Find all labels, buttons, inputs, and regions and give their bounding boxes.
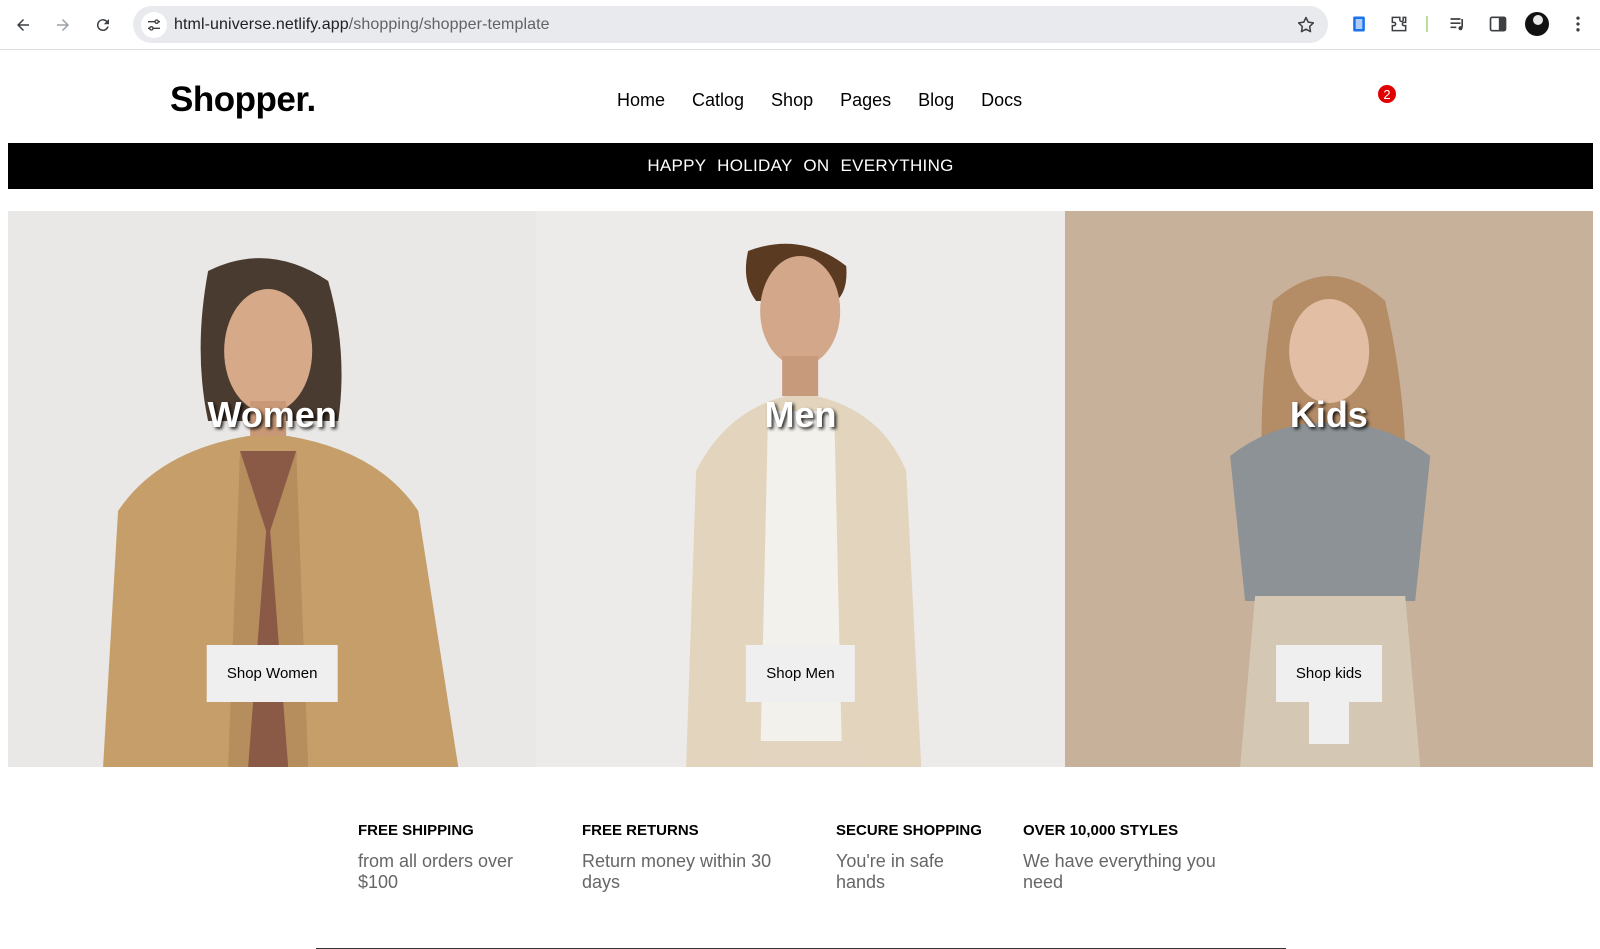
feature-secure-shopping: SECURE SHOPPING You're in safe hands: [836, 822, 982, 893]
feature-title: FREE RETURNS: [582, 822, 699, 839]
kids-heading: Kids: [1289, 394, 1368, 435]
hero-panel-women[interactable]: Women Shop Women: [8, 211, 537, 767]
promo-banner: HAPPY HOLIDAY ON EVERYTHING: [8, 143, 1593, 189]
profile-avatar[interactable]: [1525, 12, 1549, 36]
shop-women-button[interactable]: Shop Women: [206, 645, 338, 702]
feature-title: FREE SHIPPING: [358, 822, 474, 839]
puzzle-icon[interactable]: [1387, 12, 1411, 36]
url-text: html-universe.netlify.app/shopping/shopp…: [174, 16, 550, 34]
shop-kids-button-tab: [1308, 702, 1349, 744]
nav-blog[interactable]: Blog: [918, 90, 954, 111]
feature-text: You're in safe hands: [836, 851, 944, 892]
media-control-icon[interactable]: [1446, 12, 1470, 36]
feature-title: SECURE SHOPPING: [836, 822, 982, 839]
nav-docs[interactable]: Docs: [981, 90, 1022, 111]
hero-panel-men[interactable]: Men Shop Men: [536, 211, 1065, 767]
back-icon[interactable]: [10, 12, 36, 38]
extension-icon[interactable]: [1347, 12, 1371, 36]
feature-free-returns: FREE RETURNS Return money within 30 days: [582, 822, 782, 893]
toolbar-divider: [1426, 16, 1428, 32]
nav-pages[interactable]: Pages: [840, 90, 891, 111]
men-heading: Men: [764, 394, 837, 435]
url-host: html-universe.netlify.app: [174, 16, 349, 33]
nav-home[interactable]: Home: [617, 90, 665, 111]
shop-kids-button[interactable]: Shop kids: [1275, 645, 1382, 702]
shop-men-button[interactable]: Shop Men: [746, 645, 855, 702]
nav-shop[interactable]: Shop: [771, 90, 813, 111]
browser-toolbar: html-universe.netlify.app/shopping/shopp…: [0, 0, 1600, 50]
feature-over-10000-styles: OVER 10,000 STYLES We have everything yo…: [1023, 822, 1233, 893]
feature-free-shipping: FREE SHIPPING from all orders over $100: [358, 822, 538, 893]
menu-dots-icon[interactable]: [1566, 12, 1590, 36]
reload-icon[interactable]: [90, 12, 116, 38]
forward-icon[interactable]: [50, 12, 76, 38]
hero-panel-kids[interactable]: Kids Shop kids: [1064, 211, 1593, 767]
category-hero: Women Shop Women Men Shop Men Kids Shop …: [8, 211, 1593, 767]
url-path: /shopping/shopper-template: [348, 16, 550, 33]
address-bar[interactable]: html-universe.netlify.app/shopping/shopp…: [133, 6, 1328, 43]
promo-text: HAPPY HOLIDAY ON EVERYTHING: [647, 156, 954, 175]
feature-text: Return money within 30 days: [582, 851, 772, 892]
main-nav: Home Catlog Shop Pages Blog Docs: [617, 90, 1049, 111]
nav-catlog[interactable]: Catlog: [692, 90, 744, 111]
bookmark-star-icon[interactable]: [1296, 15, 1316, 35]
feature-title: OVER 10,000 STYLES: [1023, 822, 1179, 839]
women-heading: Women: [207, 394, 337, 435]
feature-text: We have everything you need: [1023, 851, 1216, 892]
feature-text: from all orders over $100: [358, 851, 514, 892]
site-logo[interactable]: Shopper.: [170, 80, 316, 120]
cart-count-badge[interactable]: 2: [1378, 85, 1396, 103]
site-info-icon[interactable]: [141, 12, 167, 38]
side-panel-icon[interactable]: [1486, 12, 1510, 36]
